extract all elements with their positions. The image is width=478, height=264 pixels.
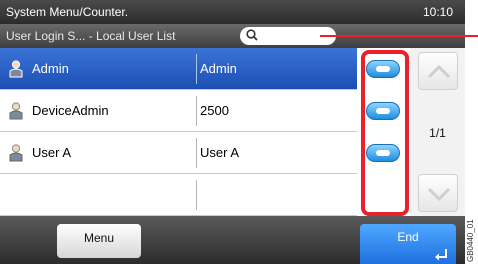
breadcrumb: User Login S... - Local User List: [6, 29, 176, 43]
user-name: DeviceAdmin: [32, 103, 109, 118]
login-name: Admin: [200, 61, 237, 76]
clock: 10:10: [422, 5, 453, 19]
user-row-user-a[interactable]: User A User A: [0, 132, 357, 174]
end-button-label: End: [397, 230, 419, 244]
window-title: System Menu/Counter.: [6, 5, 129, 19]
column-divider: [196, 138, 197, 168]
details-button-user-a[interactable]: [366, 144, 400, 162]
figure-code-text: GB0440_01: [466, 219, 475, 262]
menu-button[interactable]: Menu: [57, 224, 141, 258]
user-row-admin[interactable]: Admin Admin: [0, 48, 357, 90]
column-divider: [196, 96, 197, 126]
top-bar: System Menu/Counter. 10:10: [0, 0, 465, 24]
scroll-down-button[interactable]: [418, 174, 458, 212]
scroll-down-icon: [427, 187, 451, 202]
details-icon: [376, 150, 390, 156]
user-icon: [9, 102, 23, 120]
user-icon: [9, 60, 23, 78]
bottom-bar: Menu End: [0, 216, 465, 264]
column-divider: [196, 54, 197, 84]
search-icon: [246, 29, 258, 41]
details-icon: [376, 66, 390, 72]
user-icon: [9, 144, 23, 162]
scroll-up-button[interactable]: [418, 52, 458, 90]
end-button[interactable]: End: [360, 224, 456, 264]
user-row-deviceadmin[interactable]: DeviceAdmin 2500: [0, 90, 357, 132]
details-icon: [376, 108, 390, 114]
callout-line: [320, 35, 478, 37]
screen: System Menu/Counter. 10:10 User Login S.…: [0, 0, 478, 264]
menu-button-label: Menu: [83, 231, 115, 245]
user-name: Admin: [32, 61, 69, 76]
details-button-deviceadmin[interactable]: [366, 102, 400, 120]
scroll-column: 1/1: [410, 48, 465, 216]
details-button-admin[interactable]: [366, 60, 400, 78]
scroll-up-icon: [427, 64, 451, 79]
enter-icon: [435, 249, 447, 261]
user-row-empty: [0, 174, 357, 216]
figure-code: GB0440_01: [464, 200, 478, 264]
page-indicator: 1/1: [429, 126, 446, 140]
user-name: User A: [32, 145, 72, 160]
column-divider: [196, 180, 197, 210]
details-column: [357, 48, 409, 216]
login-name: User A: [200, 145, 240, 160]
login-name: 2500: [200, 103, 229, 118]
